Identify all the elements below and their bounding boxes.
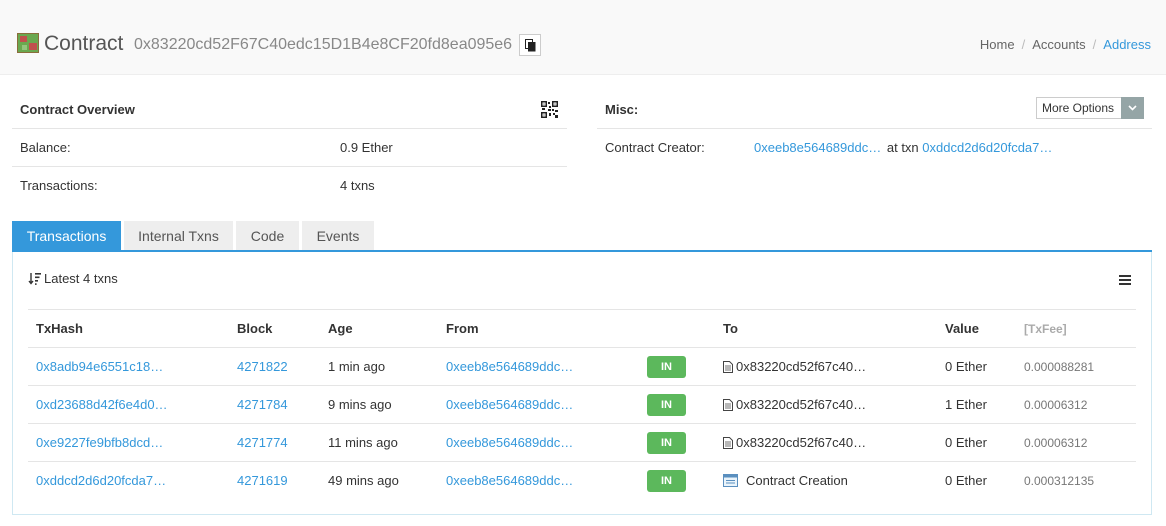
column-header-from: From <box>446 321 479 336</box>
tx-age: 9 mins ago <box>328 397 392 412</box>
column-header-age: Age <box>328 321 353 336</box>
latest-txns-summary: Latest 4 txns <box>28 271 118 286</box>
balance-value: 0.9 Ether <box>340 140 393 155</box>
block-link[interactable]: 4271784 <box>237 397 288 412</box>
tab-internal-txns[interactable]: Internal Txns <box>124 221 233 251</box>
creator-address-link[interactable]: 0xeeb8e564689ddc… <box>754 140 881 155</box>
contract-file-icon <box>723 437 733 449</box>
balance-label: Balance: <box>20 140 71 155</box>
txhash-link[interactable]: 0xddcd2d6d20fcda7… <box>36 473 166 488</box>
contract-creation-label: Contract Creation <box>746 473 848 488</box>
breadcrumb-address[interactable]: Address <box>1103 37 1151 52</box>
creator-txn-link[interactable]: 0xddcd2d6d20fcda7… <box>922 140 1052 155</box>
block-link[interactable]: 4271619 <box>237 473 288 488</box>
tx-value: 0 Ether <box>945 359 987 374</box>
tab-transactions[interactable]: Transactions <box>12 221 121 251</box>
direction-badge: IN <box>647 394 686 416</box>
tx-age: 1 min ago <box>328 359 386 374</box>
direction-badge: IN <box>647 356 686 378</box>
divider <box>12 128 567 129</box>
copy-address-button[interactable] <box>519 34 541 56</box>
contract-file-icon <box>723 361 733 373</box>
tx-age: 49 mins ago <box>328 473 399 488</box>
transactions-label: Transactions: <box>20 178 98 193</box>
contract-overview-title: Contract Overview <box>20 102 135 117</box>
row-divider <box>28 423 1136 424</box>
transactions-count: 4 txns <box>340 178 375 193</box>
page-title: Contract <box>44 32 124 55</box>
from-address-link[interactable]: 0xeeb8e564689ddc… <box>446 397 573 412</box>
breadcrumb-home[interactable]: Home <box>980 37 1015 52</box>
to-address-text[interactable]: 0x83220cd52f67c40… <box>736 359 866 374</box>
at-txn-label: at txn <box>886 140 919 155</box>
tx-fee: 0.000312135 <box>1024 474 1095 488</box>
breadcrumb: Home / Accounts / Address <box>979 37 1151 52</box>
column-header-value: Value <box>945 321 979 336</box>
tx-value: 0 Ether <box>945 435 987 450</box>
column-header-to: To <box>723 321 738 336</box>
direction-badge: IN <box>647 432 686 454</box>
tx-value: 0 Ether <box>945 473 987 488</box>
row-divider <box>28 385 1136 386</box>
txhash-link[interactable]: 0xd23688d42f6e4d0… <box>36 397 168 412</box>
divider <box>12 166 567 167</box>
more-options-button[interactable]: More Options <box>1036 97 1144 119</box>
txhash-link[interactable]: 0xe9227fe9bfb8dcd… <box>36 435 163 450</box>
contract-creator-info: 0xeeb8e564689ddc… at txn 0xddcd2d6d20fcd… <box>754 140 1052 155</box>
column-header-txfee[interactable]: [TxFee] <box>1024 322 1067 336</box>
from-address-link[interactable]: 0xeeb8e564689ddc… <box>446 473 573 488</box>
copy-icon <box>525 39 536 52</box>
tx-fee: 0.00006312 <box>1024 436 1088 450</box>
to-contract-creation: Contract Creation <box>723 473 848 488</box>
contract-creator-label: Contract Creator: <box>605 140 705 155</box>
to-address: 0x83220cd52f67c40… <box>723 397 866 412</box>
latest-txns-label: Latest 4 txns <box>44 271 118 286</box>
tab-events[interactable]: Events <box>302 221 374 251</box>
to-address: 0x83220cd52f67c40… <box>723 435 866 450</box>
misc-title: Misc: <box>605 102 639 117</box>
contract-file-icon <box>723 399 733 411</box>
tx-age: 11 mins ago <box>328 435 398 450</box>
direction-badge: IN <box>647 470 686 492</box>
row-divider <box>28 461 1136 462</box>
chevron-down-icon[interactable] <box>1121 97 1144 119</box>
more-options-label: More Options <box>1042 101 1115 115</box>
hamburger-menu-icon[interactable] <box>1119 275 1131 286</box>
divider <box>28 309 1136 310</box>
breadcrumb-accounts[interactable]: Accounts <box>1032 37 1085 52</box>
to-address-text[interactable]: 0x83220cd52f67c40… <box>736 397 866 412</box>
page-header: Contract 0x83220cd52F67C40edc15D1B4e8CF2… <box>0 0 1166 75</box>
tab-code[interactable]: Code <box>236 221 299 251</box>
to-address: 0x83220cd52f67c40… <box>723 359 866 374</box>
tx-fee: 0.00006312 <box>1024 398 1088 412</box>
from-address-link[interactable]: 0xeeb8e564689ddc… <box>446 359 573 374</box>
txhash-link[interactable]: 0x8adb94e6551c18… <box>36 359 163 374</box>
to-address-text[interactable]: 0x83220cd52f67c40… <box>736 435 866 450</box>
qr-code-icon[interactable] <box>541 101 558 118</box>
row-divider <box>28 347 1136 348</box>
block-link[interactable]: 4271822 <box>237 359 288 374</box>
sort-icon <box>28 273 41 285</box>
tx-fee: 0.000088281 <box>1024 360 1095 374</box>
tx-value: 1 Ether <box>945 397 987 412</box>
from-address-link[interactable]: 0xeeb8e564689ddc… <box>446 435 573 450</box>
column-header-block: Block <box>237 321 273 336</box>
column-header-txhash: TxHash <box>36 321 83 336</box>
divider <box>597 128 1152 129</box>
contract-creation-icon <box>723 474 738 487</box>
contract-address: 0x83220cd52F67C40edc15D1B4e8CF20fd8ea095… <box>134 36 513 53</box>
contract-identicon-icon <box>17 33 39 53</box>
block-link[interactable]: 4271774 <box>237 435 288 450</box>
